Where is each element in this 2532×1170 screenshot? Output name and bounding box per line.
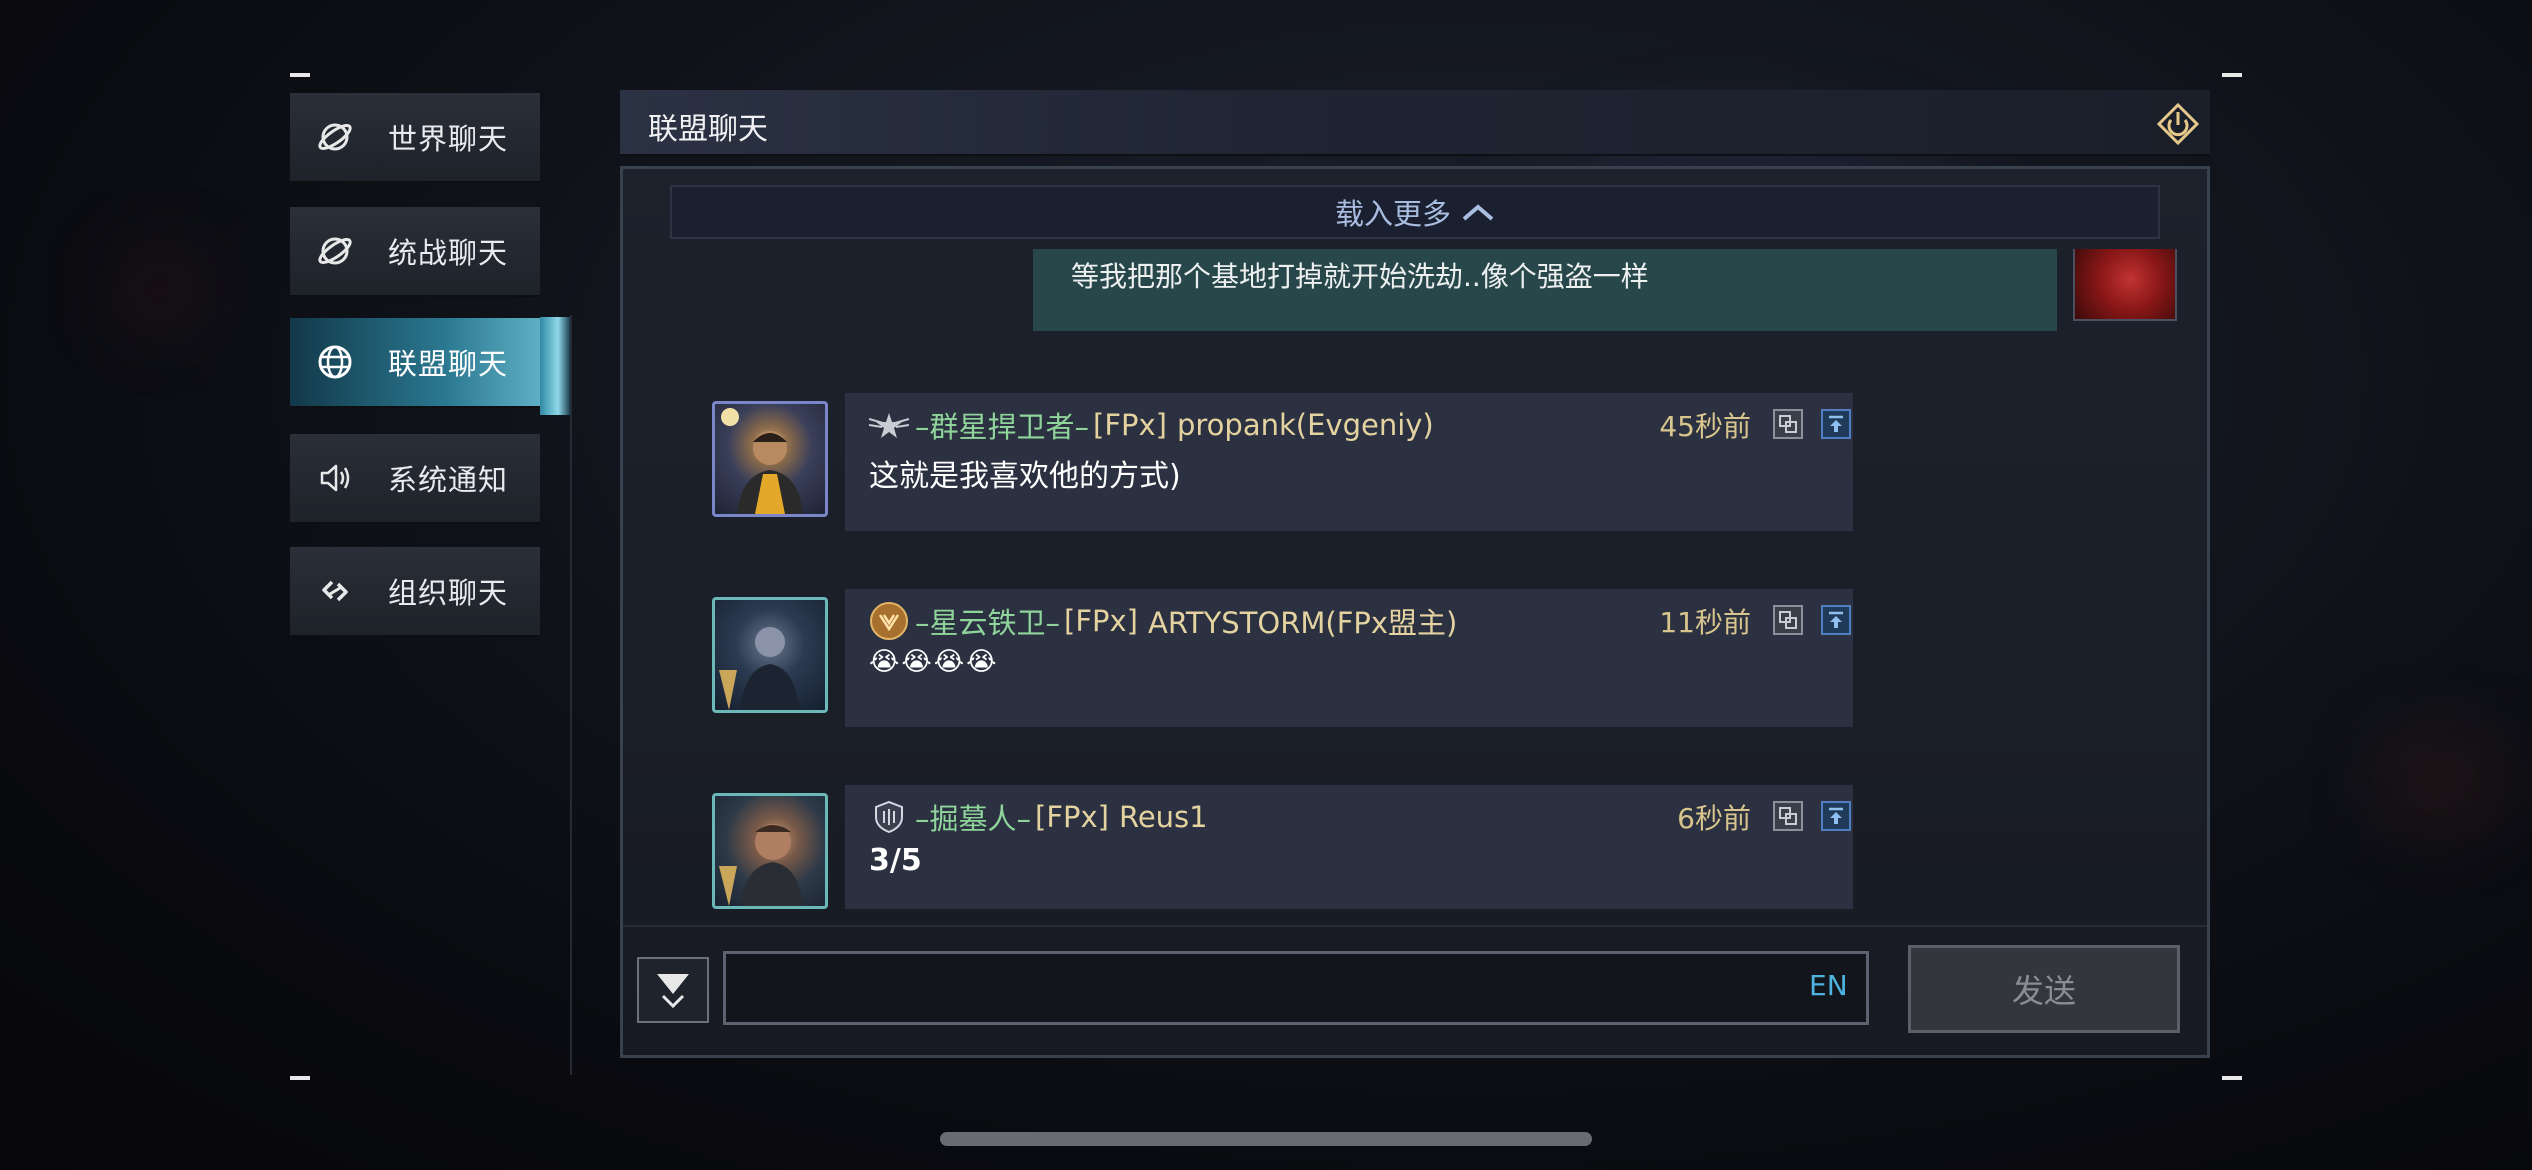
message-text: 😭😭😭😭 xyxy=(869,647,999,677)
link-icon xyxy=(316,572,354,610)
chevron-up-icon xyxy=(1462,204,1494,221)
home-indicator[interactable] xyxy=(940,1132,1592,1146)
planet-icon xyxy=(316,118,354,156)
translate-icon[interactable] xyxy=(1773,801,1803,831)
frame-corner xyxy=(290,1076,310,1080)
message-time: 6秒前 xyxy=(1677,802,1751,835)
rank-emblem-icon xyxy=(869,601,909,641)
chat-message: –掘墓人– [FPx] Reus1 6秒前 3/5 xyxy=(623,785,2207,909)
sidebar-item-label: 系统通知 xyxy=(388,463,509,497)
message-text: 3/5 xyxy=(869,843,922,878)
sidebar-divider xyxy=(570,315,572,1075)
sidebar-item-system-notice[interactable]: 系统通知 xyxy=(290,434,540,524)
expand-button[interactable] xyxy=(637,957,709,1023)
message-text: 等我把那个基地打掉就开始洗劫..像个强盗一样 xyxy=(1071,260,1649,293)
message-bubble: –群星捍卫者– [FPx] propank(Evgeniy) 45秒前 这就是我… xyxy=(845,393,1853,531)
avatar[interactable] xyxy=(712,401,828,517)
avatar[interactable] xyxy=(712,597,828,713)
translate-icon[interactable] xyxy=(1773,409,1803,439)
load-more-label: 载入更多 xyxy=(1334,197,1451,231)
chat-panel: 载入更多 等我把那个基地打掉就开始洗劫..像个强盗一样 –群星捍卫者– [FPx… xyxy=(620,166,2210,1058)
sidebar-item-world-chat[interactable]: 世界聊天 xyxy=(290,93,540,183)
frame-corner xyxy=(2222,1076,2242,1080)
pin-up-icon[interactable] xyxy=(1821,605,1851,635)
avatar[interactable] xyxy=(2073,249,2177,321)
message-list[interactable]: 等我把那个基地打掉就开始洗劫..像个强盗一样 –群星捍卫者– [FPx] pro… xyxy=(623,249,2207,909)
power-icon[interactable] xyxy=(2156,102,2200,146)
chat-message: –星云铁卫– [FPx] ARTYSTORM(FPx盟主) 11秒前 😭😭😭😭 xyxy=(623,589,2207,729)
sidebar-item-label: 世界聊天 xyxy=(388,122,509,156)
chat-input[interactable] xyxy=(723,951,1869,1025)
language-toggle[interactable]: EN xyxy=(1809,969,1848,1002)
message-bubble: –掘墓人– [FPx] Reus1 6秒前 3/5 xyxy=(845,785,1853,909)
message-text: 这就是我喜欢他的方式) xyxy=(869,459,1181,494)
chevron-down-icon xyxy=(657,974,689,1009)
sidebar-item-label: 统战聊天 xyxy=(388,236,509,270)
chat-message: –群星捍卫者– [FPx] propank(Evgeniy) 45秒前 这就是我… xyxy=(623,393,2207,533)
message-time: 11秒前 xyxy=(1659,606,1751,639)
sender-line: –星云铁卫– [FPx] ARTYSTORM(FPx盟主) xyxy=(869,601,1457,641)
sender-tag: [FPx] xyxy=(1093,408,1167,442)
translate-icon[interactable] xyxy=(1773,605,1803,635)
input-divider xyxy=(623,925,2207,927)
sender-name[interactable]: ARTYSTORM(FPx盟主) xyxy=(1148,600,1457,642)
pin-up-icon[interactable] xyxy=(1821,801,1851,831)
speaker-icon xyxy=(316,459,354,497)
sender-name[interactable]: Reus1 xyxy=(1119,800,1208,834)
message-bubble: –星云铁卫– [FPx] ARTYSTORM(FPx盟主) 11秒前 😭😭😭😭 xyxy=(845,589,1853,727)
frame-corner xyxy=(2222,73,2242,77)
message-time: 45秒前 xyxy=(1659,410,1751,443)
pin-up-icon[interactable] xyxy=(1821,409,1851,439)
sender-line: –群星捍卫者– [FPx] propank(Evgeniy) xyxy=(869,405,1434,445)
sender-tag: [FPx] xyxy=(1064,604,1138,638)
rank-wings-icon xyxy=(869,405,909,445)
load-more-button[interactable]: 载入更多 xyxy=(670,185,2160,239)
own-message-bubble: 等我把那个基地打掉就开始洗劫..像个强盗一样 xyxy=(1033,249,2057,331)
chat-header: 联盟聊天 xyxy=(620,90,2210,156)
sender-title: –掘墓人– xyxy=(915,802,1032,836)
sender-line: –掘墓人– [FPx] Reus1 xyxy=(869,797,1208,837)
send-button[interactable]: 发送 xyxy=(1908,945,2180,1033)
sidebar-item-label: 联盟聊天 xyxy=(388,347,509,381)
sidebar-item-united-chat[interactable]: 统战聊天 xyxy=(290,207,540,297)
planet-icon xyxy=(316,232,354,270)
sender-tag: [FPx] xyxy=(1035,800,1109,834)
sender-title: –星云铁卫– xyxy=(915,606,1061,640)
sidebar-item-org-chat[interactable]: 组织聊天 xyxy=(290,547,540,637)
globe-icon xyxy=(316,343,354,381)
sender-name[interactable]: propank(Evgeniy) xyxy=(1177,408,1434,442)
rank-shield-icon xyxy=(869,797,909,837)
sidebar-item-label: 组织聊天 xyxy=(388,576,509,610)
active-tab-indicator xyxy=(540,317,570,415)
page-title: 联盟聊天 xyxy=(648,112,768,147)
sender-title: –群星捍卫者– xyxy=(915,410,1090,444)
avatar[interactable] xyxy=(712,793,828,909)
frame-corner xyxy=(290,73,310,77)
sidebar-item-alliance-chat[interactable]: 联盟聊天 xyxy=(290,318,570,408)
